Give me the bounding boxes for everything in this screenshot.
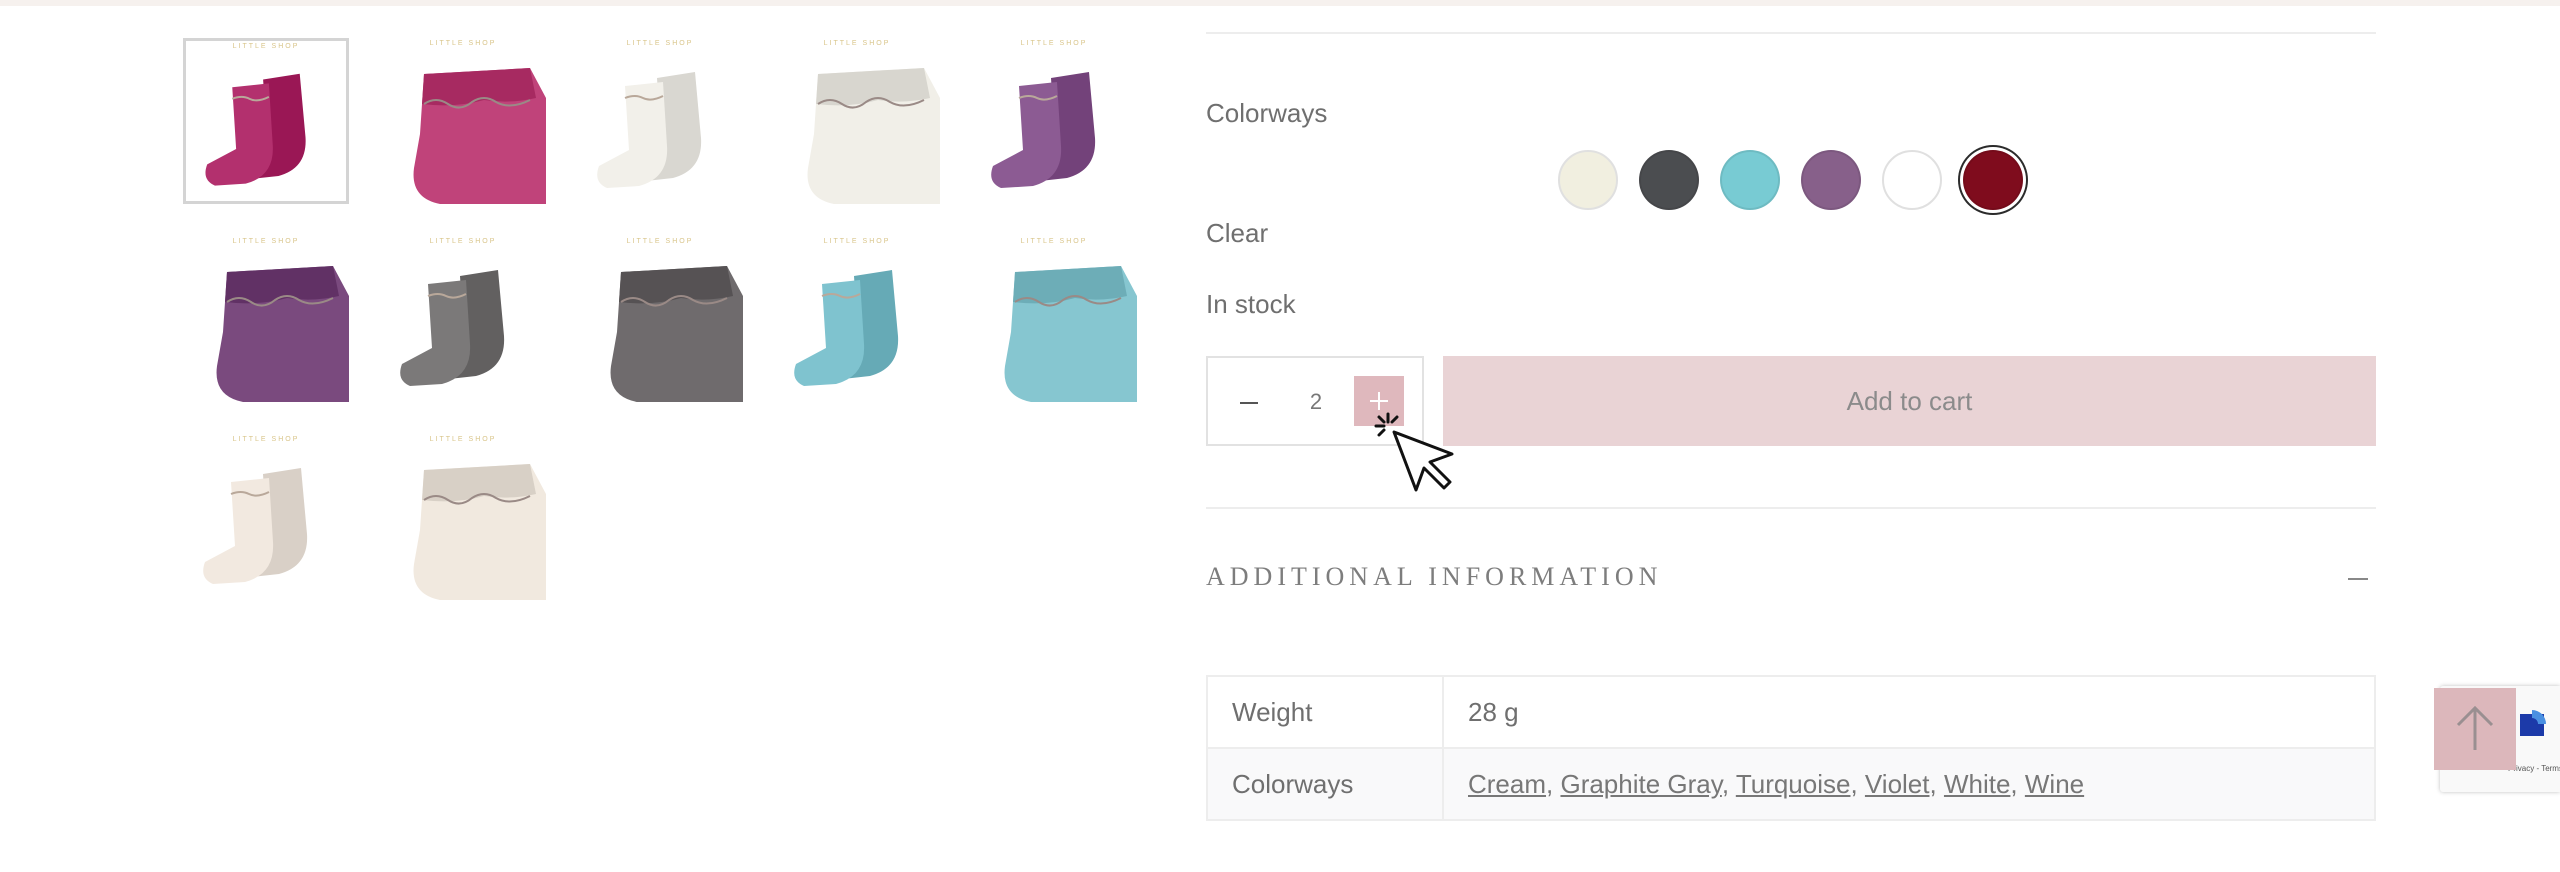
sock-image [610,266,743,402]
table-key-weight: Weight [1206,675,1444,749]
swatch-wine[interactable] [1963,150,2023,210]
brand-mark: LITTLE SHOP [823,238,891,245]
sock-image [400,270,505,386]
graphite-sock-pair-thumbnail[interactable]: LITTLE SHOP [380,236,546,402]
wine-sock-pair-thumbnail[interactable]: LITTLE SHOP [183,38,349,204]
sock-image [807,68,940,204]
swatch-cream[interactable] [1558,150,1618,210]
brand-mark: LITTLE SHOP [429,436,497,443]
sock-image [216,266,349,402]
swatch-turquoise[interactable] [1720,150,1780,210]
turquoise-sock-folded-thumbnail[interactable]: LITTLE SHOP [971,236,1137,402]
product-thumbnail-gallery: LITTLE SHOP LITTLE SHOP LITTLE SHOP LITTLE … [183,38,1143,608]
brand-mark: LITTLE SHOP [429,238,497,245]
swatch-violet[interactable] [1801,150,1861,210]
wine-sock-folded-thumbnail[interactable]: LITTLE SHOP [380,38,546,204]
table-row: Colorways Cream, Graphite Gray, Turquois… [1206,747,2376,821]
swatch-graphite-gray[interactable] [1639,150,1699,210]
mouse-pointer-icon [1374,412,1454,492]
recaptcha-logo-icon [2520,710,2546,736]
sock-image [1004,266,1137,402]
top-strip [0,0,2560,6]
quantity-decrease-button[interactable] [1232,386,1266,420]
sock-image [991,72,1096,188]
add-to-cart-button[interactable]: Add to cart [1443,356,2376,446]
clear-selection-link[interactable]: Clear [1206,218,1268,249]
back-to-top-button[interactable] [2434,688,2516,770]
colorways-label: Colorways [1206,98,1328,128]
sock-image [413,68,546,204]
brand-mark: LITTLE SHOP [232,43,300,50]
sock-image [794,270,899,386]
colorway-link-white[interactable]: White [1944,769,2010,799]
colorway-link-turquoise[interactable]: Turquoise [1736,769,1851,799]
cream-sock-pair-thumbnail[interactable]: LITTLE SHOP [577,38,743,204]
brand-mark: LITTLE SHOP [626,40,694,47]
table-key-colorways: Colorways [1206,747,1444,821]
brand-mark: LITTLE SHOP [823,40,891,47]
cream-sock-folded-thumbnail[interactable]: LITTLE SHOP [774,38,940,204]
brand-mark: LITTLE SHOP [429,40,497,47]
accordion-divider [1206,507,2376,509]
sock-image [205,73,306,186]
brand-mark: LITTLE SHOP [1020,40,1088,47]
colorway-link-violet[interactable]: Violet [1865,769,1930,799]
violet-sock-folded-thumbnail[interactable]: LITTLE SHOP [183,236,349,402]
graphite-sock-folded-thumbnail[interactable]: LITTLE SHOP [577,236,743,402]
sock-image [203,468,308,584]
swatch-white[interactable] [1882,150,1942,210]
brand-mark: LITTLE SHOP [232,238,300,245]
table-row: Weight 28 g [1206,675,2376,749]
quantity-input[interactable] [1286,358,1346,446]
sock-image [413,464,546,600]
top-divider [1206,32,2376,34]
collapse-minus-icon[interactable] [2346,566,2374,590]
colorway-link-wine[interactable]: Wine [2025,769,2084,799]
white-sock-pair-thumbnail[interactable]: LITTLE SHOP [183,434,349,600]
brand-mark: LITTLE SHOP [626,238,694,245]
table-value-colorways: Cream, Graphite Gray, Turquoise, Violet,… [1442,747,2376,821]
additional-information-heading[interactable]: ADDITIONAL INFORMATION [1206,562,1662,592]
stock-status: In stock [1206,289,1296,319]
brand-mark: LITTLE SHOP [1020,238,1088,245]
colorway-link-graphite-gray[interactable]: Graphite Gray [1560,769,1721,799]
turquoise-sock-pair-thumbnail[interactable]: LITTLE SHOP [774,236,940,402]
arrow-up-icon [2456,705,2494,750]
additional-information-table: Weight 28 g Colorways Cream, Graphite Gr… [1206,675,2376,821]
brand-mark: LITTLE SHOP [232,436,300,443]
sock-image [597,72,702,188]
table-value-weight: 28 g [1442,675,2376,749]
colorway-link-cream[interactable]: Cream [1468,769,1546,799]
white-sock-folded-thumbnail[interactable]: LITTLE SHOP [380,434,546,600]
violet-sock-pair-thumbnail[interactable]: LITTLE SHOP [971,38,1137,204]
